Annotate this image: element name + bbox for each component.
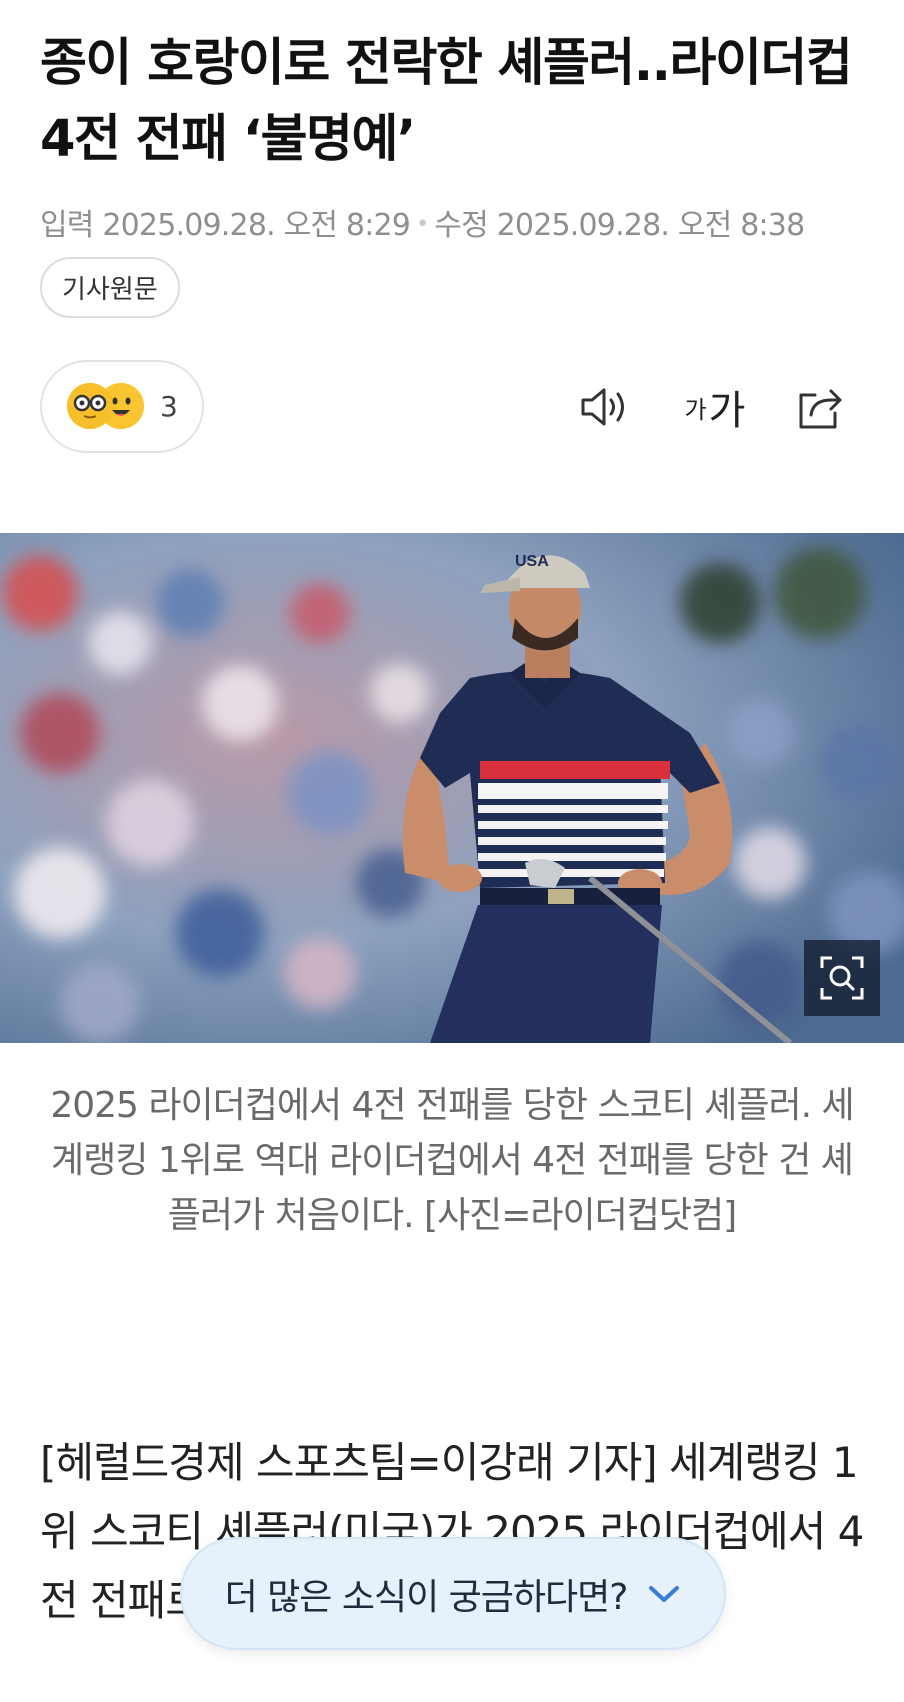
more-news-button[interactable]: 더 많은 소식이 궁금하다면? (180, 1537, 726, 1650)
glasses-emoji-icon (67, 383, 113, 429)
input-time: 입력 2025.09.28. 오전 8:29 (40, 208, 411, 243)
edit-time: 수정 2025.09.28. 오전 8:38 (434, 208, 805, 243)
original-article-button[interactable]: 기사원문 (40, 257, 180, 318)
separator-dot: • (416, 212, 429, 237)
golfer-photo: USA (0, 533, 904, 1043)
more-news-label: 더 많은 소식이 궁금하다면? (224, 1576, 629, 1618)
article-timestamps: 입력 2025.09.28. 오전 8:29 • 수정 2025.09.28. 오전… (40, 200, 805, 244)
font-size-large-label: 가 (708, 388, 746, 434)
chevron-down-icon (649, 1585, 680, 1602)
cap-logo: USA (515, 553, 549, 570)
photo-caption: 2025 라이더컵에서 4전 전패를 당한 스코티 셰플러. 세계랭킹 1위로 … (50, 1085, 854, 1236)
text-to-speech-button[interactable] (576, 378, 634, 436)
photo-zoom-button[interactable] (804, 940, 880, 1016)
article-title: 종이 호랑이로 전락한 셰플러..라이더컵 4전 전패 ‘불명예’ (40, 34, 853, 169)
font-size-small-label: 가 (684, 395, 707, 424)
share-icon (799, 389, 842, 429)
article-photo[interactable]: USA (0, 533, 904, 1043)
zoom-icon (820, 956, 864, 1000)
speaker-icon (581, 388, 624, 426)
font-size-button[interactable]: 가가 (680, 378, 750, 436)
share-button[interactable] (792, 378, 848, 436)
reaction-count: 3 (160, 390, 178, 423)
reaction-button[interactable]: 3 (40, 360, 204, 453)
